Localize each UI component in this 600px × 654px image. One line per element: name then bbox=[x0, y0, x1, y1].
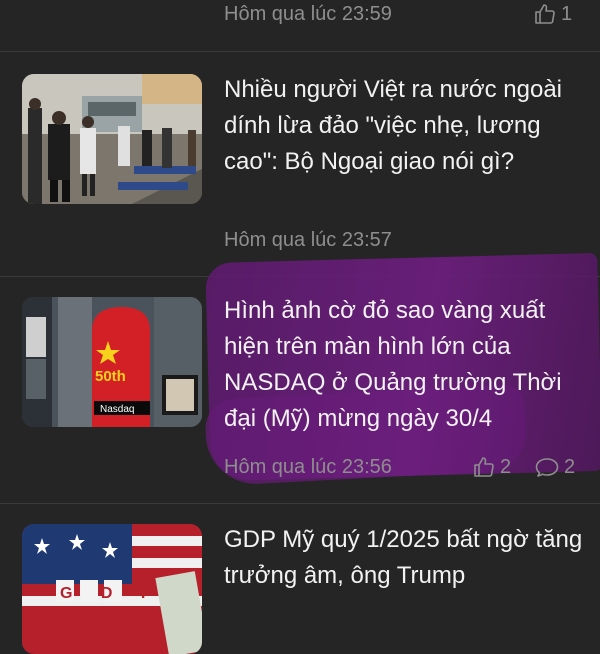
article-thumbnail[interactable] bbox=[22, 74, 202, 204]
like-count: 1 bbox=[561, 3, 573, 25]
article-time: Hôm qua lúc 23:59 bbox=[224, 3, 392, 25]
article-content: Hình ảnh cờ đỏ sao vàng xuất hiện trên m… bbox=[0, 277, 600, 503]
like-count: 2 bbox=[500, 456, 512, 478]
thumbnail-gdp-text: G D P bbox=[60, 585, 164, 602]
article-time: Hôm qua lúc 23:57 bbox=[224, 229, 392, 251]
article-time: Hôm qua lúc 23:56 bbox=[224, 456, 392, 478]
thumbs-up-icon bbox=[535, 4, 555, 24]
like-button[interactable]: 2 bbox=[472, 455, 511, 479]
article-item[interactable]: Nhiều người Việt ra nước ngoài dính lừa … bbox=[0, 52, 600, 276]
comment-button[interactable]: 2 bbox=[534, 455, 575, 479]
article-thumbnail[interactable]: G D P bbox=[22, 524, 202, 654]
thumbs-up-icon bbox=[474, 457, 494, 477]
comment-count: 2 bbox=[564, 456, 576, 478]
like-button[interactable]: 1 bbox=[533, 2, 572, 26]
comment-icon bbox=[535, 458, 559, 477]
article-headline[interactable]: Nhiều người Việt ra nước ngoài dính lừa … bbox=[224, 72, 584, 180]
article-headline[interactable]: GDP Mỹ quý 1/2025 bất ngờ tăng trưởng âm… bbox=[224, 522, 584, 594]
article-item[interactable]: G D P GDP Mỹ quý 1/2025 bất ngờ tăng trư… bbox=[0, 504, 600, 654]
article-item[interactable]: Hôm qua lúc 23:59 1 bbox=[0, 0, 600, 52]
article-headline[interactable]: Hình ảnh cờ đỏ sao vàng xuất hiện trên m… bbox=[224, 293, 584, 437]
news-feed: Hôm qua lúc 23:59 1 Nhiều người Việt ra … bbox=[0, 0, 600, 654]
